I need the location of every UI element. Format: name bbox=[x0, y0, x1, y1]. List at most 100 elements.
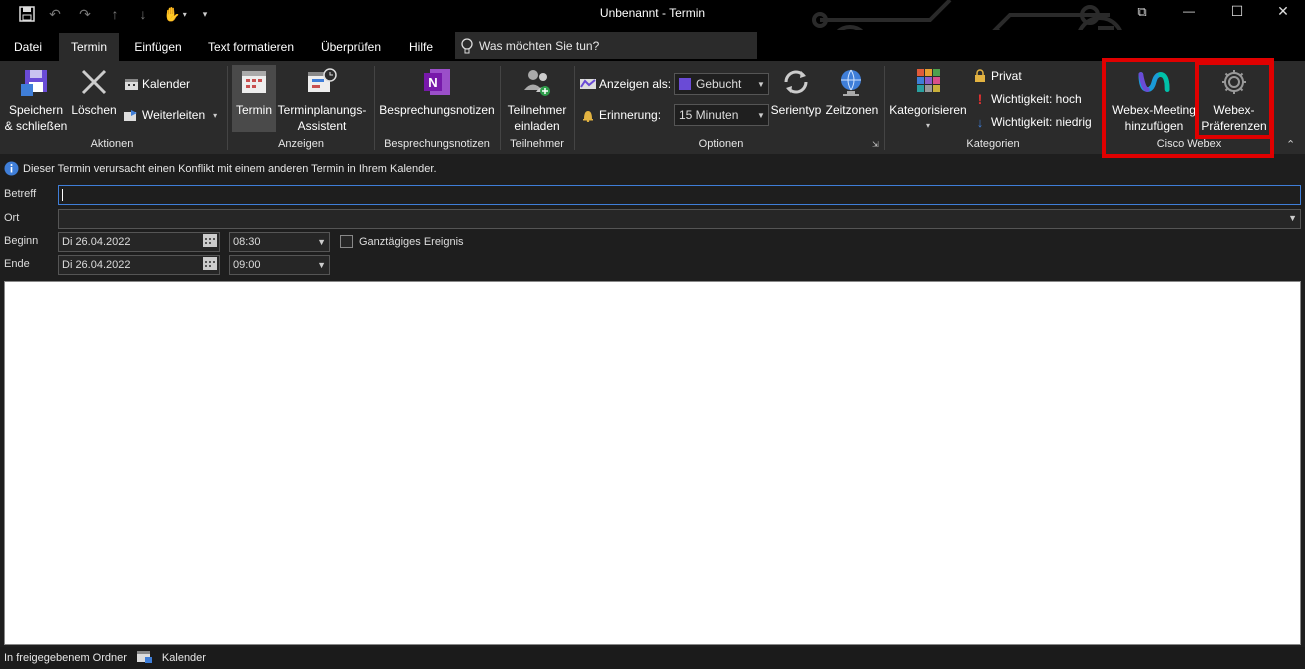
group-label-teilnehmer: Teilnehmer bbox=[510, 138, 564, 150]
end-time-value: 09:00 bbox=[233, 259, 261, 271]
chevron-down-icon: ▼ bbox=[757, 79, 765, 89]
timezones-button[interactable]: Zeitzonen bbox=[824, 66, 880, 118]
info-icon bbox=[4, 161, 19, 176]
info-bar: Dieser Termin verursacht einen Konflikt … bbox=[4, 161, 437, 176]
show-as-dropdown[interactable]: Gebucht ▼ bbox=[674, 73, 769, 95]
show-as-label-row: Anzeigen als: bbox=[580, 75, 671, 93]
calendar-label: Kalender bbox=[142, 77, 191, 91]
group-label-aktionen: Aktionen bbox=[90, 138, 134, 150]
end-date-value: Di 26.04.2022 bbox=[62, 259, 131, 271]
ribbon-display-options-button[interactable]: ⧉ bbox=[1131, 4, 1153, 24]
forward-button[interactable]: Weiterleiten ▾ bbox=[123, 106, 217, 124]
subject-input[interactable] bbox=[58, 185, 1301, 205]
forward-dropdown-icon[interactable]: ▾ bbox=[213, 111, 217, 120]
separator bbox=[884, 66, 885, 150]
scheduling-assistant-button[interactable]: Terminplanungs- Assistent bbox=[276, 66, 368, 134]
allday-checkbox-row[interactable]: Ganztägiges Ereignis bbox=[340, 235, 464, 248]
busy-color-swatch bbox=[679, 78, 691, 90]
reminder-dropdown[interactable]: 15 Minuten ▼ bbox=[674, 104, 769, 126]
forward-label: Weiterleiten bbox=[142, 108, 206, 122]
reminder-value: 15 Minuten bbox=[679, 108, 739, 122]
categorize-button[interactable]: Kategorisieren ▾ bbox=[888, 66, 968, 134]
start-date-input[interactable]: Di 26.04.2022 bbox=[58, 232, 220, 252]
chevron-down-icon[interactable]: ▼ bbox=[317, 260, 326, 270]
tab-text-formatieren[interactable]: Text formatieren bbox=[199, 33, 303, 61]
tab-einfuegen[interactable]: Einfügen bbox=[127, 33, 189, 61]
tell-me-search[interactable]: Was möchten Sie tun? bbox=[455, 32, 757, 59]
tab-datei[interactable]: Datei bbox=[6, 33, 50, 61]
save-close-icon bbox=[20, 66, 52, 98]
end-date-input[interactable]: Di 26.04.2022 bbox=[58, 255, 220, 275]
info-bar-text: Dieser Termin verursacht einen Konflikt … bbox=[23, 162, 437, 175]
allday-checkbox[interactable] bbox=[340, 235, 353, 248]
importance-high-label: Wichtigkeit: hoch bbox=[991, 92, 1082, 106]
message-body-editor[interactable] bbox=[4, 281, 1301, 645]
importance-low-button[interactable]: ↓ Wichtigkeit: niedrig bbox=[972, 113, 1092, 131]
globe-icon bbox=[836, 66, 868, 98]
tab-hilfe[interactable]: Hilfe bbox=[400, 33, 442, 61]
down-arrow-icon: ↓ bbox=[976, 114, 984, 130]
close-button[interactable]: ✕ bbox=[1272, 3, 1294, 23]
chevron-down-icon[interactable]: ▼ bbox=[1288, 213, 1297, 223]
calendar-folder-label: Kalender bbox=[161, 652, 206, 664]
collapse-ribbon-icon[interactable]: ⌃ bbox=[1286, 138, 1295, 151]
separator bbox=[374, 66, 375, 150]
delete-button[interactable]: Löschen bbox=[70, 66, 118, 118]
save-close-label-2: & schließen bbox=[4, 119, 68, 133]
group-label-anzeigen: Anzeigen bbox=[278, 138, 324, 150]
termin-view-button[interactable]: Termin bbox=[232, 66, 276, 118]
calendar-button[interactable]: Kalender bbox=[123, 75, 190, 93]
delete-x-icon bbox=[78, 66, 110, 98]
invite-attendees-icon bbox=[521, 66, 553, 98]
appointment-icon bbox=[238, 66, 270, 98]
recurrence-label: Serientyp bbox=[770, 103, 822, 117]
scheduling-assistant-icon bbox=[306, 66, 338, 98]
minimize-button[interactable]: — bbox=[1178, 4, 1200, 24]
shared-folder-label: In freigegebenem Ordner bbox=[4, 652, 127, 664]
svg-text:N: N bbox=[428, 75, 437, 90]
delete-label: Löschen bbox=[71, 103, 117, 117]
subject-label: Betreff bbox=[4, 188, 37, 200]
private-button[interactable]: Privat bbox=[972, 67, 1022, 85]
start-time-input[interactable]: 08:30 ▼ bbox=[229, 232, 330, 252]
options-dialog-launcher-icon[interactable]: ⇲ bbox=[872, 140, 879, 149]
importance-high-button[interactable]: ! Wichtigkeit: hoch bbox=[972, 90, 1082, 108]
onenote-icon: N bbox=[421, 66, 453, 98]
location-input[interactable]: ▼ bbox=[58, 209, 1301, 229]
scheduling-assistant-label-2: Assistent bbox=[297, 119, 347, 133]
recurrence-button[interactable]: Serientyp bbox=[770, 66, 822, 118]
maximize-button[interactable]: ☐ bbox=[1226, 3, 1248, 23]
invite-label-2: einladen bbox=[514, 119, 560, 133]
reminder-label: Erinnerung: bbox=[599, 108, 662, 122]
calendar-folder-icon bbox=[136, 650, 152, 666]
date-picker-icon[interactable] bbox=[203, 234, 217, 250]
show-as-label: Anzeigen als: bbox=[599, 77, 672, 91]
group-label-optionen: Optionen bbox=[698, 138, 744, 150]
date-picker-icon[interactable] bbox=[203, 257, 217, 273]
save-close-label-1: Speichern bbox=[8, 103, 64, 117]
chevron-down-icon[interactable]: ▼ bbox=[317, 237, 326, 247]
exclamation-icon: ! bbox=[977, 91, 983, 107]
start-label: Beginn bbox=[4, 235, 39, 247]
meeting-notes-button[interactable]: N Besprechungsnotizen bbox=[378, 66, 496, 118]
scheduling-assistant-label-1: Terminplanungs- bbox=[277, 103, 367, 117]
tab-ueberpruefen[interactable]: Überprüfen bbox=[314, 33, 388, 61]
group-label-notizen: Besprechungsnotizen bbox=[384, 138, 490, 150]
tab-termin[interactable]: Termin bbox=[59, 33, 119, 61]
show-as-value: Gebucht bbox=[696, 77, 742, 91]
invite-label-1: Teilnehmer bbox=[507, 103, 567, 117]
categorize-dropdown-icon: ▾ bbox=[925, 121, 930, 130]
end-time-input[interactable]: 09:00 ▼ bbox=[229, 255, 330, 275]
recurrence-icon bbox=[780, 66, 812, 98]
save-close-button[interactable]: Speichern & schließen bbox=[3, 66, 69, 134]
text-cursor bbox=[62, 189, 63, 201]
location-label: Ort bbox=[4, 212, 20, 224]
webex-prefs-highlight bbox=[1195, 61, 1273, 139]
categorize-icon bbox=[912, 66, 944, 98]
separator bbox=[574, 66, 575, 150]
bell-icon bbox=[580, 107, 596, 123]
invite-attendees-button[interactable]: Teilnehmer einladen bbox=[504, 66, 570, 134]
allday-label: Ganztägiges Ereignis bbox=[359, 235, 464, 248]
chevron-down-icon: ▼ bbox=[757, 110, 765, 120]
categorize-label: Kategorisieren bbox=[889, 103, 967, 117]
